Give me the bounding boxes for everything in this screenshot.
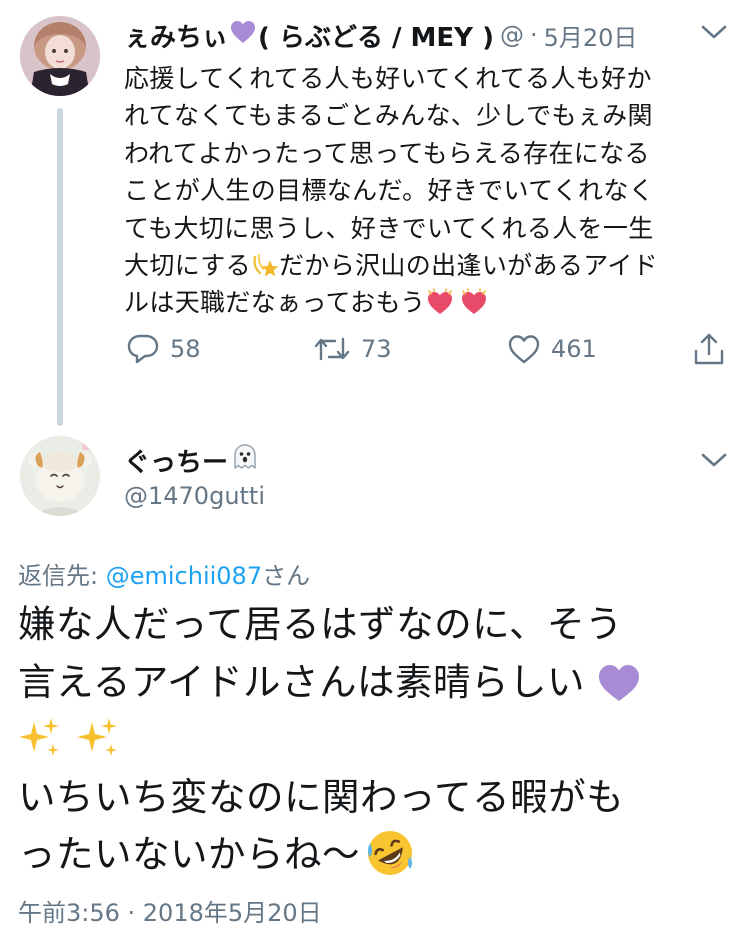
sparkles-icon xyxy=(76,716,120,760)
tweet-text-line-with-emoji: ルは天職だなぁっておもう xyxy=(124,284,724,321)
tweet-text-fragment: ったいないからね〜 xyxy=(18,832,360,876)
reply-button[interactable]: 58 xyxy=(126,333,201,365)
tweet-text-line: れてなくてもまるごとみんな、少しでもぇみ関 xyxy=(124,101,653,131)
header-separator: · xyxy=(529,21,538,49)
parent-date[interactable]: 5月20日 xyxy=(544,18,638,53)
growing-heart-icon xyxy=(425,288,453,316)
tweet-text-fragment: 大切にする xyxy=(124,251,252,281)
reply-avatar[interactable] xyxy=(20,436,100,516)
replying-to: 返信先: @emichii087さん xyxy=(18,556,310,591)
tweet-text-fragment: 言えるアイドルさんは素晴らしい xyxy=(18,659,585,704)
reply-tweet-text: 嫌な人だって居るはずなのに、そう 言えるアイドルさんは素晴らしい いちいち変なの… xyxy=(18,596,738,884)
replying-to-suffix: さん xyxy=(262,562,311,590)
sparkles-icon xyxy=(18,716,62,760)
retweet-icon xyxy=(313,333,351,365)
retweet-button[interactable]: 73 xyxy=(313,333,392,365)
parent-name-text: ぇみちぃ xyxy=(124,22,229,53)
parent-tweet-text: 応援してくれてる人も好いてくれてる人も好か れてなくてもまるごとみんな、少しでも… xyxy=(124,60,724,322)
tweet-text-line-with-emoji: 言えるアイドルさんは素晴らしい xyxy=(18,654,738,712)
tweet-text-line: ても大切に思うし、好きでいてくれる人を一生 xyxy=(124,213,654,243)
tweet-text-line: いちいち変なのに関わってる暇がも xyxy=(18,774,625,819)
parent-handle[interactable]: @ xyxy=(500,21,524,49)
parent-display-name[interactable]: ぇみちぃ ( らぶどる / MEY ) xyxy=(124,17,494,54)
tweet-text-line: われてよかったって思ってもらえる存在になる xyxy=(124,138,650,168)
ghost-icon xyxy=(232,443,258,478)
rolling-laughing-icon xyxy=(364,827,416,879)
tweet-text-fragment: だから沢山の出逢いがあるアイド xyxy=(279,251,659,281)
purple-heart-icon xyxy=(230,20,256,51)
tweet-text-line: ことが人生の目標なんだ。好きでいてくれなく xyxy=(124,176,655,206)
tweet-text-line-with-emoji: ったいないからね〜 xyxy=(18,826,738,884)
chevron-down-icon[interactable] xyxy=(700,22,728,42)
dizzy-star-icon xyxy=(251,251,279,279)
reply-name-text: ぐっちー xyxy=(124,448,229,478)
reply-icon xyxy=(126,333,160,365)
growing-heart-icon xyxy=(459,288,487,316)
thread-connector-line xyxy=(57,108,63,426)
share-button[interactable] xyxy=(692,331,726,367)
like-heart-icon xyxy=(507,333,541,365)
parent-avatar[interactable] xyxy=(20,16,100,96)
tweet-text-fragment: ルは天職だなぁっておもう xyxy=(124,288,426,318)
replying-to-label: 返信先: xyxy=(18,562,106,590)
retweet-count: 73 xyxy=(361,335,392,363)
share-icon xyxy=(692,331,726,367)
reply-display-name[interactable]: ぐっちー xyxy=(124,442,258,479)
mention-link[interactable]: @emichii087 xyxy=(106,562,262,590)
tweet-text-line: 応援してくれてる人も好いてくれてる人も好か xyxy=(124,64,652,93)
reply-count: 58 xyxy=(170,335,201,363)
tweet-timestamp[interactable]: 午前3:56 · 2018年5月20日 xyxy=(18,893,322,928)
parent-name-suffix: ( らぶどる / MEY ) xyxy=(258,22,494,53)
like-count: 461 xyxy=(551,335,597,363)
tweet-text-line-with-emoji: 大切にする だから沢山の出逢いがあるアイド xyxy=(124,247,724,284)
chevron-down-icon[interactable] xyxy=(700,450,728,470)
sparkles-line xyxy=(18,711,738,769)
purple-heart-icon xyxy=(597,661,641,705)
reply-handle[interactable]: @1470gutti xyxy=(124,482,265,510)
parent-tweet-header: ぇみちぃ ( らぶどる / MEY ) @ · 5月20日 xyxy=(124,17,638,54)
like-button[interactable]: 461 xyxy=(507,333,597,365)
tweet-text-line: 嫌な人だって居るはずなのに、そう xyxy=(18,602,623,646)
